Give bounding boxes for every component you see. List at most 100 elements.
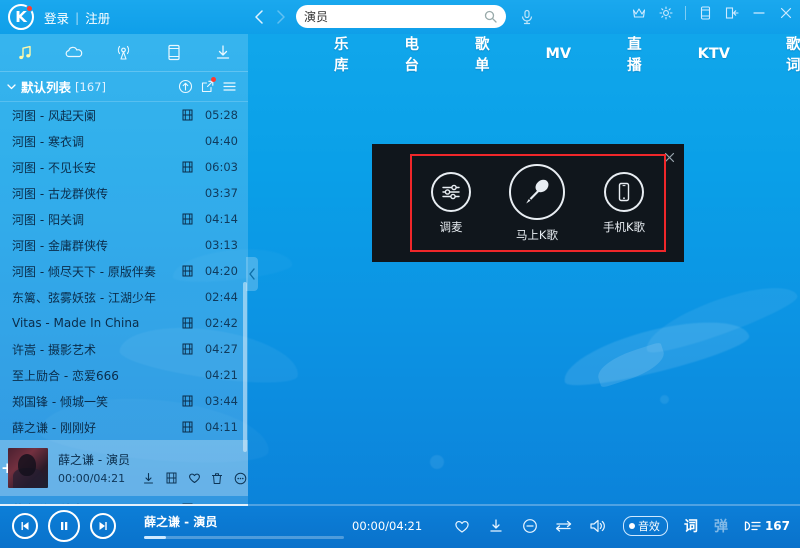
song-duration: 02:44: [204, 290, 238, 304]
window-controls: [631, 5, 794, 21]
download-icon[interactable]: [487, 517, 505, 535]
pause-button[interactable]: [48, 510, 80, 542]
back-arrow-icon[interactable]: [248, 6, 270, 28]
cloud-icon[interactable]: [50, 34, 100, 72]
list-item[interactable]: 河图 - 寒衣调 04:40: [0, 128, 248, 154]
settings-gear-icon[interactable]: [658, 5, 674, 21]
tab-radio[interactable]: 电台: [399, 33, 426, 75]
track-seek-fill: [144, 536, 166, 539]
ksong-option-mobile-k[interactable]: 手机K歌: [603, 171, 645, 235]
download-icon[interactable]: [198, 34, 248, 72]
song-name: 郑国锋 - 倾城一笑: [12, 394, 108, 409]
tab-ktv[interactable]: KTV: [692, 46, 736, 62]
list-item-playing[interactable]: + 薛之谦 - 演员 00:00/04:21: [0, 440, 248, 496]
mv-film-icon[interactable]: [178, 343, 196, 355]
list-item[interactable]: 河图 - 不见长安 06:03: [0, 154, 248, 180]
list-item[interactable]: Vitas - Made In China 02:42: [0, 310, 248, 336]
song-duration: 03:37: [204, 186, 238, 200]
forward-arrow-icon[interactable]: [270, 6, 292, 28]
hamburger-menu-icon[interactable]: [220, 78, 238, 96]
mv-film-icon[interactable]: [164, 471, 178, 485]
microphone-search-icon[interactable]: [517, 7, 536, 26]
song-list[interactable]: 河图 - 风起天阑 05:28 河图 - 寒衣调 04:40 河图 - 不见长安…: [0, 102, 248, 504]
mv-film-icon[interactable]: [178, 317, 196, 329]
tab-mv[interactable]: MV: [540, 46, 578, 62]
music-note-icon[interactable]: [0, 34, 50, 72]
sidebar-collapse-handle[interactable]: [246, 257, 258, 291]
close-icon[interactable]: [778, 5, 794, 21]
list-item[interactable]: 薛之谦 - 刚刚好 04:11: [0, 414, 248, 440]
upload-circle-icon[interactable]: [176, 78, 194, 96]
radio-signal-icon[interactable]: [99, 34, 149, 72]
list-item[interactable]: 许嵩 - 摄影艺术 04:27: [0, 336, 248, 362]
block-minus-icon[interactable]: [521, 517, 539, 535]
more-options-icon[interactable]: [233, 471, 247, 485]
playlist-title[interactable]: 默认列表: [21, 77, 71, 96]
list-item[interactable]: 河图 - 倾尽天下 - 原版伴奏 04:20: [0, 258, 248, 284]
volume-speaker-icon[interactable]: [589, 517, 607, 535]
song-name: 薛之谦 - 刚刚好: [12, 420, 96, 435]
list-item[interactable]: 郑国锋 - 倾城一笑 03:44: [0, 388, 248, 414]
list-item[interactable]: 薛之谦 - 绅士 04:51: [0, 496, 248, 504]
notification-dot-icon: [26, 5, 33, 12]
list-item[interactable]: 至上励合 - 恋爱666 04:21: [0, 362, 248, 388]
song-name: 东篱、弦雾妖弦 - 江湖少年: [12, 290, 156, 305]
desktop-lyrics-popup-button[interactable]: 弹: [714, 516, 728, 536]
tab-music-library[interactable]: 乐库: [328, 33, 355, 75]
download-icon[interactable]: [141, 471, 155, 485]
list-item[interactable]: 东篱、弦雾妖弦 - 江湖少年 02:44: [0, 284, 248, 310]
song-duration: 04:21: [204, 368, 238, 382]
mv-film-icon[interactable]: [178, 161, 196, 173]
playlist-queue-icon: [744, 519, 761, 533]
search-input[interactable]: [304, 9, 482, 24]
ksong-option-label: 马上K歌: [515, 227, 558, 242]
sound-effects-button[interactable]: 音效: [622, 516, 668, 536]
mobile-transfer-icon[interactable]: [149, 34, 199, 72]
minimize-icon[interactable]: [751, 5, 767, 21]
ksong-option-tune-mic[interactable]: 调麦: [430, 171, 471, 235]
favorite-heart-icon[interactable]: [187, 471, 201, 485]
tab-live[interactable]: 直播: [621, 33, 648, 75]
vip-crown-icon[interactable]: [631, 5, 647, 21]
login-link[interactable]: 登录: [44, 8, 69, 27]
previous-track-icon[interactable]: [12, 513, 38, 539]
microphone-icon: [508, 163, 565, 220]
mv-film-icon[interactable]: [178, 213, 196, 225]
list-item[interactable]: 河图 - 阳关调 04:14: [0, 206, 248, 232]
mv-film-icon[interactable]: [178, 395, 196, 407]
delete-trash-icon[interactable]: [210, 471, 224, 485]
list-item[interactable]: 河图 - 风起天阑 05:28: [0, 102, 248, 128]
mv-film-icon[interactable]: [178, 421, 196, 433]
search-icon[interactable]: [482, 9, 498, 25]
whale-shape: [639, 273, 800, 361]
chevron-down-icon[interactable]: [6, 81, 17, 92]
mobile-phone-icon: [603, 171, 644, 212]
tab-playlist[interactable]: 歌单: [469, 33, 496, 75]
mobile-device-icon[interactable]: [697, 5, 713, 21]
playmode-shuffle-icon[interactable]: [555, 517, 573, 535]
tab-lyrics[interactable]: 歌词: [780, 33, 800, 75]
lyrics-toggle-button[interactable]: 词: [684, 516, 698, 536]
share-external-icon[interactable]: [198, 76, 216, 96]
next-track-icon[interactable]: [90, 513, 116, 539]
list-item[interactable]: 河图 - 古龙群侠传 03:37: [0, 180, 248, 206]
ksong-option-sing-now[interactable]: 马上K歌: [508, 163, 565, 243]
title-bar: K 登录 | 注册: [0, 0, 800, 34]
mv-film-icon[interactable]: [178, 265, 196, 277]
equalizer-sliders-icon: [430, 171, 471, 212]
notification-dot-icon: [211, 76, 216, 82]
search-box[interactable]: [296, 5, 506, 28]
track-seek-bar[interactable]: [144, 536, 344, 539]
scrollbar-thumb[interactable]: [243, 282, 247, 452]
auth-links: 登录 | 注册: [44, 8, 110, 27]
playback-time: 00:00/04:21: [352, 519, 423, 533]
skin-exit-icon[interactable]: [724, 5, 740, 21]
mv-film-icon[interactable]: [178, 109, 196, 121]
brand-area: K 登录 | 注册: [8, 2, 110, 32]
song-duration: 04:20: [204, 264, 238, 278]
song-name: 至上励合 - 恋爱666: [12, 368, 119, 383]
register-link[interactable]: 注册: [85, 8, 110, 27]
playlist-queue-button[interactable]: 167: [744, 519, 790, 533]
favorite-heart-icon[interactable]: [453, 517, 471, 535]
list-item[interactable]: 河图 - 金庸群侠传 03:13: [0, 232, 248, 258]
